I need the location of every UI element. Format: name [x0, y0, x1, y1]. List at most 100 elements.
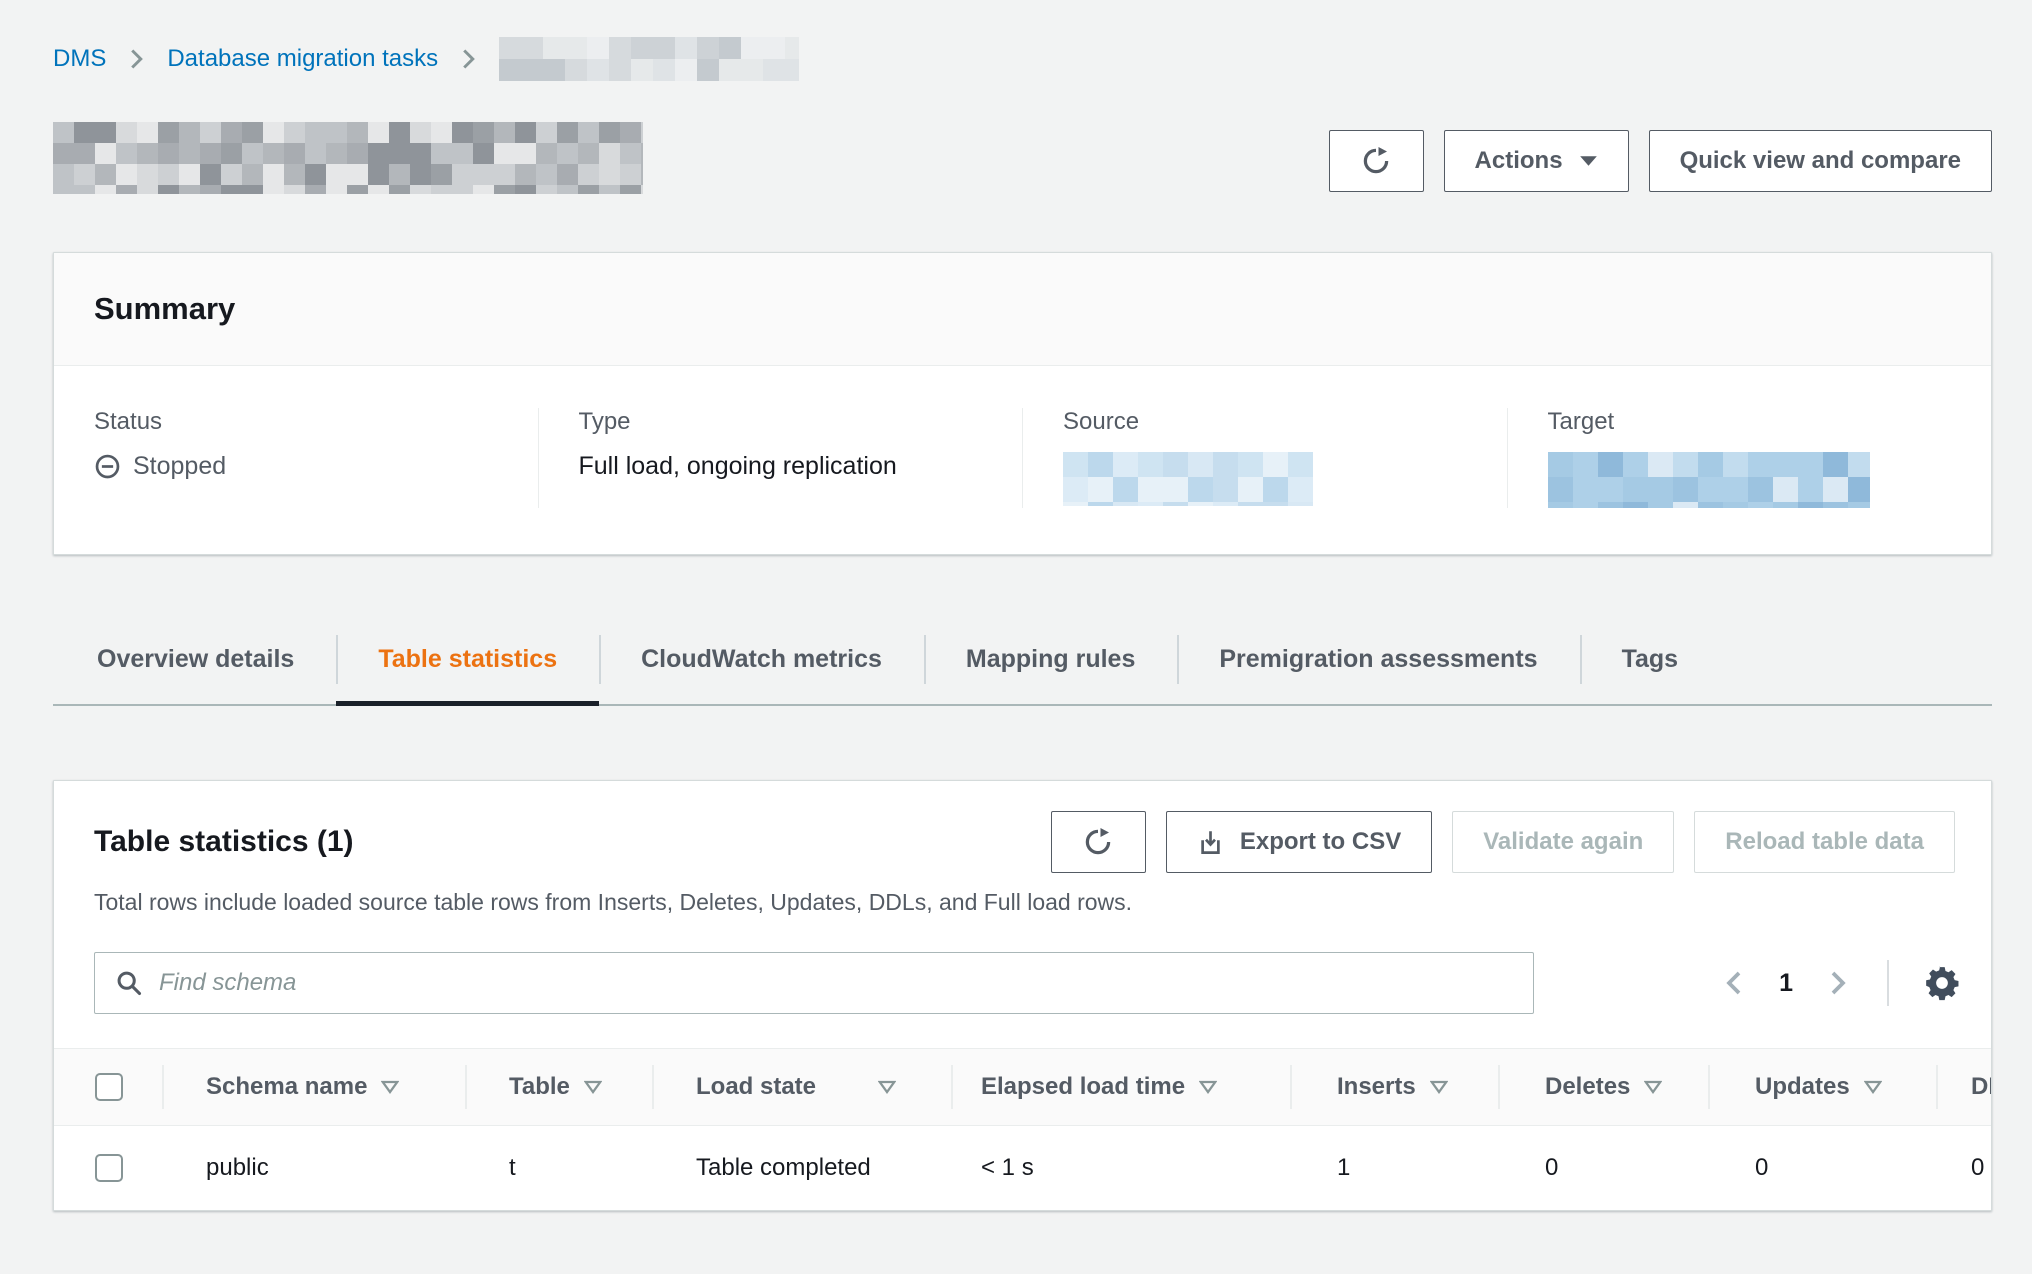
table-settings-button[interactable]	[1923, 964, 1961, 1002]
sort-icon	[1864, 1080, 1882, 1094]
page-header: Actions Quick view and compare	[53, 108, 1992, 194]
summary-field-type: Type Full load, ongoing replication	[538, 408, 1023, 508]
next-page-button[interactable]	[1823, 964, 1853, 1002]
table-row: public t Table completed < 1 s 1 0 0 0	[54, 1126, 1992, 1210]
sort-icon	[1644, 1080, 1662, 1094]
summary-panel-header: Summary	[54, 253, 1991, 366]
refresh-button[interactable]	[1329, 130, 1424, 192]
cell-updates: 0	[1710, 1126, 1938, 1210]
schema-search	[94, 952, 1534, 1014]
pagination: 1	[1719, 960, 1961, 1006]
table-panel-actions: Export to CSV Validate again Reload tabl…	[1051, 811, 1955, 873]
current-page-number[interactable]: 1	[1773, 969, 1799, 998]
column-header-ddls[interactable]: DDLs	[1938, 1049, 1992, 1125]
tab-premigration-assessments[interactable]: Premigration assessments	[1177, 621, 1579, 704]
export-to-csv-button[interactable]: Export to CSV	[1166, 811, 1432, 873]
status-text: Stopped	[133, 452, 226, 481]
column-header-updates[interactable]: Updates	[1710, 1049, 1938, 1125]
tab-table-statistics[interactable]: Table statistics	[336, 621, 599, 704]
table-panel-description: Total rows include loaded source table r…	[54, 873, 1991, 916]
reload-table-data-label: Reload table data	[1725, 828, 1924, 856]
column-header-table[interactable]: Table	[467, 1049, 654, 1125]
search-input[interactable]	[159, 969, 1513, 997]
cell-ddls: 0	[1938, 1126, 1992, 1210]
page-title-redacted	[53, 122, 643, 194]
download-icon	[1197, 829, 1224, 856]
cell-deletes: 0	[1500, 1126, 1710, 1210]
summary-field-target: Target	[1507, 408, 1992, 508]
chevron-left-icon	[1723, 968, 1745, 998]
reload-table-data-button[interactable]: Reload table data	[1694, 811, 1955, 873]
target-label: Target	[1548, 408, 1952, 436]
table-header-row: Schema name Table Load state Elapsed loa…	[54, 1048, 1992, 1126]
export-to-csv-label: Export to CSV	[1240, 828, 1401, 856]
column-header-elapsed-load-time[interactable]: Elapsed load time	[953, 1049, 1292, 1125]
row-checkbox[interactable]	[95, 1154, 123, 1182]
column-label: Updates	[1755, 1073, 1850, 1101]
column-label: Load state	[696, 1073, 816, 1101]
stopped-status-icon	[94, 453, 121, 480]
table-refresh-button[interactable]	[1051, 811, 1146, 873]
cell-schema-name: public	[164, 1126, 467, 1210]
column-header-load-state[interactable]: Load state	[654, 1049, 953, 1125]
search-icon	[115, 969, 143, 997]
column-label: Inserts	[1337, 1073, 1416, 1101]
type-label: Type	[579, 408, 983, 436]
column-label: Deletes	[1545, 1073, 1630, 1101]
summary-field-source: Source	[1022, 408, 1507, 508]
chevron-right-icon	[1827, 968, 1849, 998]
column-header-inserts[interactable]: Inserts	[1292, 1049, 1500, 1125]
summary-panel: Summary Status Stopped Type Full load, o…	[53, 252, 1992, 555]
refresh-icon	[1361, 146, 1391, 176]
previous-page-button[interactable]	[1719, 964, 1749, 1002]
quick-view-compare-button[interactable]: Quick view and compare	[1649, 130, 1992, 192]
status-label: Status	[94, 408, 498, 436]
chevron-right-icon	[128, 46, 145, 72]
source-link-redacted[interactable]	[1063, 452, 1313, 506]
breadcrumb-link-dms[interactable]: DMS	[53, 45, 106, 73]
column-label: Elapsed load time	[981, 1073, 1185, 1101]
summary-body: Status Stopped Type Full load, ongoing r…	[54, 366, 1991, 554]
pagination-divider	[1887, 960, 1889, 1006]
caret-down-icon	[1579, 155, 1598, 167]
sort-icon	[381, 1080, 399, 1094]
quick-view-compare-label: Quick view and compare	[1680, 147, 1961, 175]
sort-icon	[878, 1080, 896, 1094]
tab-overview-details[interactable]: Overview details	[53, 621, 336, 704]
cell-table: t	[467, 1126, 654, 1210]
validate-again-button[interactable]: Validate again	[1452, 811, 1674, 873]
column-header-deletes[interactable]: Deletes	[1500, 1049, 1710, 1125]
cell-load-state: Table completed	[654, 1126, 953, 1210]
tab-cloudwatch-metrics[interactable]: CloudWatch metrics	[599, 621, 924, 704]
tab-tags[interactable]: Tags	[1580, 621, 1721, 704]
breadcrumb-link-tasks[interactable]: Database migration tasks	[167, 45, 438, 73]
table-panel-title: Table statistics (1)	[94, 825, 354, 859]
column-label: Table	[509, 1073, 570, 1101]
select-all-cell	[54, 1049, 164, 1125]
breadcrumb-current-redacted	[499, 37, 799, 81]
header-actions: Actions Quick view and compare	[1329, 130, 1992, 192]
target-link-redacted[interactable]	[1548, 452, 1870, 508]
select-all-checkbox[interactable]	[95, 1073, 123, 1101]
gear-icon	[1923, 964, 1961, 1002]
summary-title: Summary	[94, 291, 1951, 327]
sort-icon	[1430, 1080, 1448, 1094]
actions-button[interactable]: Actions	[1444, 130, 1629, 192]
cell-inserts: 1	[1292, 1126, 1500, 1210]
column-label: DDLs	[1971, 1073, 1992, 1101]
chevron-right-icon	[460, 46, 477, 72]
page: DMS Database migration tasks Actions	[0, 0, 2032, 1274]
column-label: Schema name	[206, 1073, 367, 1101]
status-value: Stopped	[94, 452, 498, 481]
actions-button-label: Actions	[1475, 147, 1563, 175]
tab-bar: Overview details Table statistics CloudW…	[53, 621, 1992, 706]
sort-icon	[1199, 1080, 1217, 1094]
table-panel-header: Table statistics (1) Export to CSV Valid…	[54, 781, 1991, 873]
cell-elapsed-load-time: < 1 s	[953, 1126, 1292, 1210]
table-statistics-panel: Table statistics (1) Export to CSV Valid…	[53, 780, 1992, 1211]
type-value: Full load, ongoing replication	[579, 452, 983, 481]
refresh-icon	[1083, 827, 1113, 857]
column-header-schema-name[interactable]: Schema name	[164, 1049, 467, 1125]
tab-mapping-rules[interactable]: Mapping rules	[924, 621, 1177, 704]
sort-icon	[584, 1080, 602, 1094]
